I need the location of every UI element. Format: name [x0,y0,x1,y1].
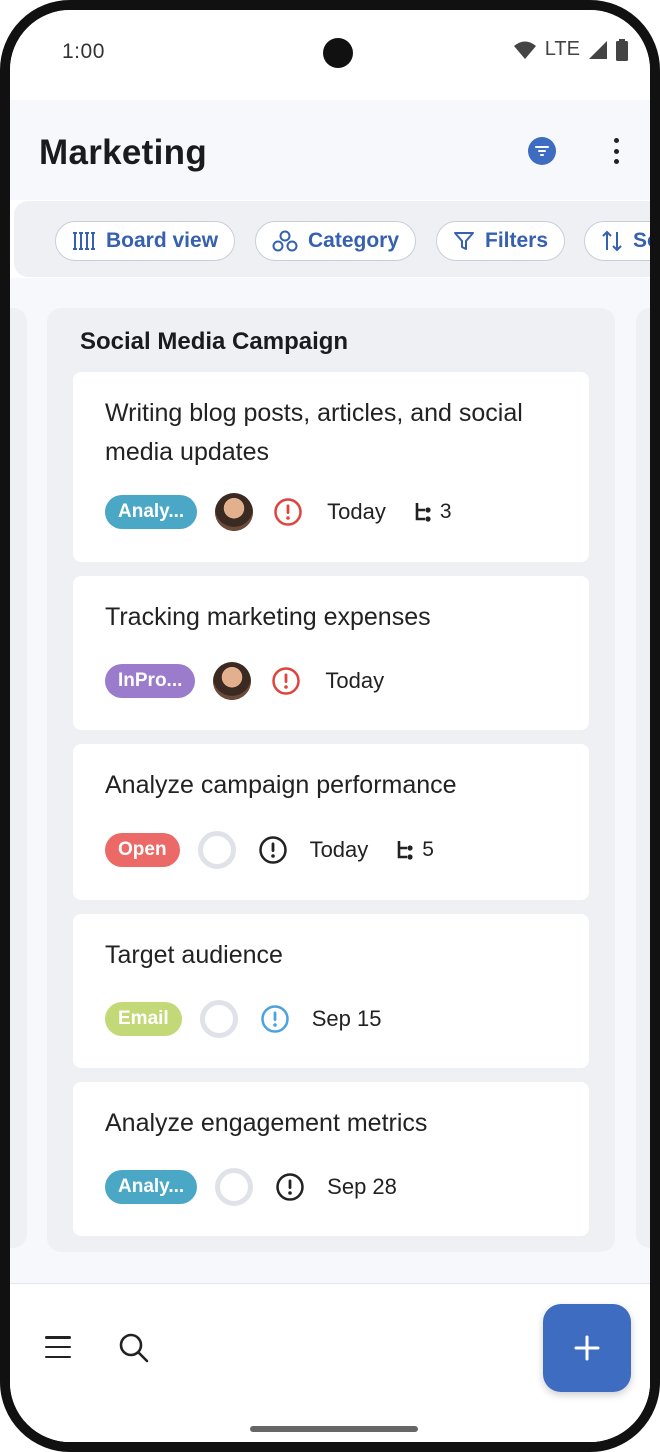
task-meta: Analy... Today 3 [105,493,452,531]
task-meta: Open Today 5 [105,831,434,869]
hamburger-menu-icon[interactable] [45,1336,71,1358]
filter-funnel-icon [454,232,474,250]
due-date: Today [327,499,386,524]
add-task-button[interactable] [543,1304,631,1392]
subtask-count-value: 5 [422,838,434,861]
previous-column-edge[interactable] [10,308,27,1248]
due-date: Sep 28 [327,1174,397,1199]
board-view-icon [73,232,95,250]
subtask-icon [415,503,431,522]
more-vertical-icon[interactable] [606,135,626,167]
due-date: Today [309,837,369,862]
assignee-avatar[interactable] [213,662,252,700]
status-bar: 1:00 LTE [10,10,650,100]
bottom-bar [10,1283,650,1442]
app-header: Marketing [10,100,650,200]
category-icon [272,230,298,252]
battery-icon [616,38,628,61]
task-card[interactable]: Tracking marketing expenses InPro... Tod… [73,576,589,730]
next-column-edge[interactable] [636,308,650,1248]
filters-label: Filters [485,229,549,252]
task-card[interactable]: Analyze campaign performance Open Today … [73,744,589,900]
board-column: Social Media Campaign Writing blog posts… [47,308,615,1252]
board-area: Social Media Campaign Writing blog posts… [10,278,650,1283]
status-time: 1:00 [62,40,105,63]
unassigned-avatar[interactable] [199,1000,238,1038]
priority-icon[interactable] [275,1172,305,1202]
unassigned-avatar[interactable] [197,831,236,869]
category-chip[interactable]: Category [255,221,417,261]
filters-chip[interactable]: Filters [436,221,566,261]
sort-chip[interactable]: So [584,221,660,261]
phone-frame: 1:00 LTE Marketing Board view Category F… [0,0,660,1452]
status-badge[interactable]: Email [105,1002,182,1036]
task-card[interactable]: Analyze engagement metrics Analy... Sep … [73,1082,589,1236]
priority-icon[interactable] [260,1004,290,1034]
task-title: Tracking marketing expenses [105,603,431,631]
task-meta: Email Sep 15 [105,1000,382,1038]
filter-icon[interactable] [528,137,556,165]
subtask-count[interactable]: 3 [414,500,452,524]
column-title: Social Media Campaign [80,328,349,355]
subtask-icon [397,841,413,860]
board-view-label: Board view [106,229,219,252]
status-icons: LTE [513,38,628,61]
signal-icon [589,40,607,59]
due-date: Sep 15 [311,1006,382,1031]
task-card[interactable]: Target audience Email Sep 15 [73,914,589,1068]
subtask-count-value: 3 [439,500,452,523]
due-date: Today [325,668,385,693]
home-indicator[interactable] [250,1426,418,1432]
priority-icon[interactable] [273,497,303,527]
wifi-icon [513,41,536,59]
unassigned-avatar[interactable] [215,1168,254,1206]
network-label: LTE [544,38,580,60]
sort-label: So [633,229,660,252]
view-chips-bar: Board view Category Filters So [14,201,660,277]
task-title: Analyze engagement metrics [105,1109,428,1137]
board-view-chip[interactable]: Board view [55,221,236,261]
task-title: Analyze campaign performance [105,771,457,799]
camera-cutout [323,38,353,68]
status-badge[interactable]: Analy... [105,495,198,529]
priority-icon[interactable] [271,666,301,696]
task-title: Writing blog posts, articles, and social… [105,399,523,466]
page-title: Marketing [39,133,208,172]
task-meta: InPro... Today [105,662,385,700]
task-meta: Analy... Sep 28 [105,1168,397,1206]
subtask-count[interactable]: 5 [396,838,434,862]
status-badge[interactable]: InPro... [105,664,196,698]
assignee-avatar[interactable] [215,493,254,531]
status-badge[interactable]: Open [105,833,180,867]
status-badge[interactable]: Analy... [105,1170,198,1204]
screen: 1:00 LTE Marketing Board view Category F… [10,10,650,1442]
search-icon[interactable] [118,1332,150,1364]
plus-icon [574,1335,600,1361]
task-card[interactable]: Writing blog posts, articles, and social… [73,372,589,562]
category-label: Category [308,229,400,252]
sort-icon [602,230,622,252]
priority-icon[interactable] [258,835,288,865]
task-title: Target audience [105,941,283,969]
